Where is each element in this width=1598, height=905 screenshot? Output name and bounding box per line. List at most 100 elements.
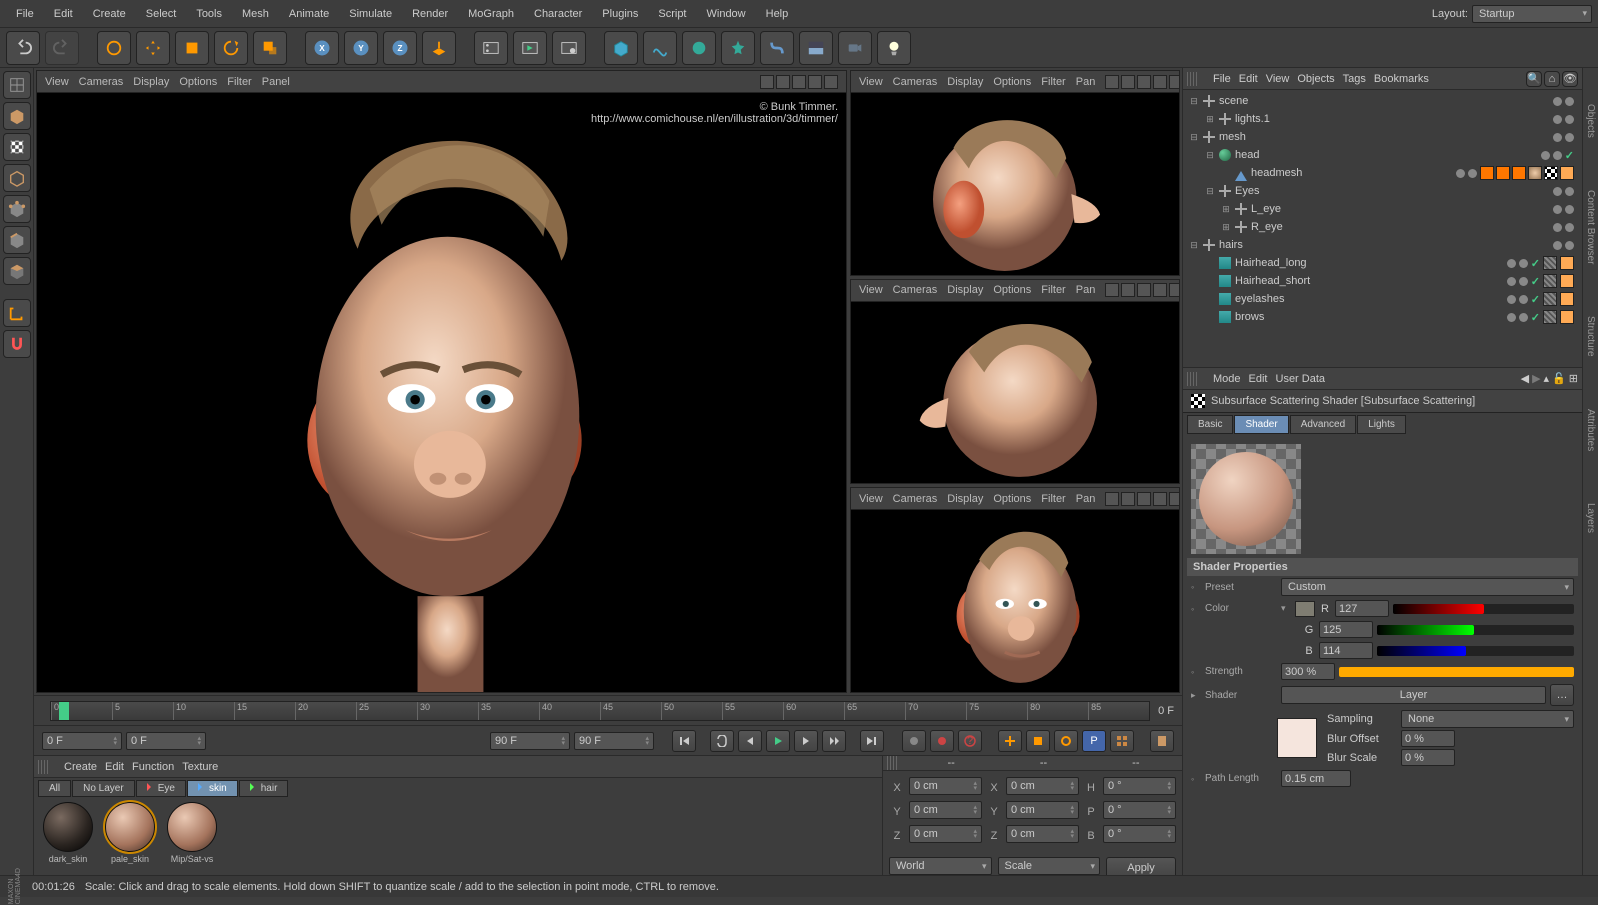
key-grid-button[interactable] (1110, 730, 1134, 752)
strength-field[interactable]: 300 % (1281, 663, 1335, 680)
forward-button[interactable] (822, 730, 846, 752)
tree-expand-icon[interactable]: ⊟ (1205, 150, 1215, 161)
path-length-field[interactable]: 0.15 cm (1281, 770, 1351, 787)
expand-icon[interactable]: ◦ (1191, 604, 1201, 614)
rotate-button[interactable] (214, 31, 248, 65)
redo-button[interactable] (45, 31, 79, 65)
tree-item-flags[interactable] (1553, 241, 1580, 250)
obj-menu-bookmarks[interactable]: Bookmarks (1370, 73, 1433, 85)
color-swatch[interactable] (1295, 601, 1315, 617)
tree-item-scene[interactable]: ⊟scene (1185, 92, 1580, 110)
tree-expand-icon[interactable]: ⊞ (1221, 222, 1231, 233)
tree-item-flags[interactable]: ✓ (1507, 274, 1580, 288)
menu-mesh[interactable]: Mesh (232, 4, 279, 24)
vp-icon[interactable] (1137, 75, 1151, 89)
camera-button[interactable] (838, 31, 872, 65)
polygon-mode-button[interactable] (3, 257, 31, 285)
viewport-main[interactable]: ViewCamerasDisplayOptionsFilterPanel (36, 70, 847, 693)
mat-menu-create[interactable]: Create (60, 761, 101, 773)
vp-icon[interactable] (824, 75, 838, 89)
vp-icon[interactable] (1153, 283, 1167, 297)
tree-expand-icon[interactable]: ⊟ (1205, 186, 1215, 197)
prev-frame-button[interactable] (738, 730, 762, 752)
expand-icon[interactable]: ◦ (1191, 667, 1201, 677)
coord-world-dropdown[interactable]: World (889, 857, 992, 875)
obj-menu-objects[interactable]: Objects (1293, 73, 1338, 85)
lock-icon[interactable]: 🔓 (1552, 372, 1566, 385)
layer-options-button[interactable]: … (1550, 684, 1574, 706)
light-button[interactable] (877, 31, 911, 65)
point-mode-button[interactable] (3, 195, 31, 223)
environment-button[interactable] (799, 31, 833, 65)
tree-item-flags[interactable] (1553, 133, 1580, 142)
menu-select[interactable]: Select (136, 4, 187, 24)
vp-icon[interactable] (1153, 75, 1167, 89)
texture-mode-button[interactable] (3, 133, 31, 161)
coord-field[interactable]: 0 cm▴▾ (1006, 777, 1079, 795)
sampling-dropdown[interactable]: None (1401, 710, 1574, 728)
tree-expand-icon[interactable]: ⊟ (1189, 132, 1199, 143)
viewport-bot-right[interactable]: ViewCamerasDisplayOptionsFilterPan (850, 487, 1180, 693)
vp-icon[interactable] (776, 75, 790, 89)
mat-menu-texture[interactable]: Texture (178, 761, 222, 773)
mat-tab-hair[interactable]: hair (239, 780, 289, 797)
tree-item-mesh[interactable]: ⊟mesh (1185, 128, 1580, 146)
record-button[interactable] (902, 730, 926, 752)
vp-menu-display[interactable]: Display (947, 284, 983, 296)
vp-menu-cameras[interactable]: Cameras (893, 493, 938, 505)
vp-icon[interactable] (792, 75, 806, 89)
axis-button[interactable] (3, 299, 31, 327)
nav-up-icon[interactable]: ▴ (1544, 372, 1550, 385)
scale-button[interactable] (175, 31, 209, 65)
vp-icon[interactable] (1105, 283, 1119, 297)
vp-menu-options[interactable]: Options (993, 493, 1031, 505)
mat-menu-edit[interactable]: Edit (101, 761, 128, 773)
layout-dropdown[interactable]: Startup (1472, 5, 1592, 23)
vp-menu-options[interactable]: Options (993, 284, 1031, 296)
key-param-button[interactable]: P (1082, 730, 1106, 752)
vp-icon[interactable] (1121, 75, 1135, 89)
mat-tab-all[interactable]: All (38, 780, 71, 797)
attr-opt-icon[interactable]: ⊞ (1569, 372, 1578, 385)
viewport-top-right[interactable]: ViewCamerasDisplayOptionsFilterPan (850, 70, 1180, 276)
side-tab-objects[interactable]: Objects (1584, 98, 1597, 144)
menu-simulate[interactable]: Simulate (339, 4, 402, 24)
vp-icon[interactable] (1169, 492, 1180, 506)
attr-menu-edit[interactable]: Edit (1245, 373, 1272, 385)
tree-item-flags[interactable] (1553, 115, 1580, 124)
menu-character[interactable]: Character (524, 4, 592, 24)
autokey-button[interactable] (930, 730, 954, 752)
tree-item-Eyes[interactable]: ⊟Eyes (1185, 182, 1580, 200)
tree-item-hairs[interactable]: ⊟hairs (1185, 236, 1580, 254)
tree-expand-icon[interactable]: ⊟ (1189, 240, 1199, 251)
timeline-marker[interactable] (59, 702, 69, 720)
preset-dropdown[interactable]: Custom (1281, 578, 1574, 596)
tree-item-flags[interactable] (1456, 166, 1580, 180)
side-tab-attributes[interactable]: Attributes (1584, 403, 1597, 457)
blur-scale-field[interactable]: 0 % (1401, 749, 1455, 766)
keyhelp-button[interactable]: ? (958, 730, 982, 752)
tree-item-flags[interactable] (1553, 97, 1580, 106)
vp-menu-filter[interactable]: Filter (1041, 284, 1065, 296)
vp-menu-cameras[interactable]: Cameras (893, 284, 938, 296)
mat-menu-function[interactable]: Function (128, 761, 178, 773)
obj-menu-view[interactable]: View (1262, 73, 1294, 85)
vp-menu-options[interactable]: Options (993, 76, 1031, 88)
next-frame-button[interactable] (794, 730, 818, 752)
vp-menu-display[interactable]: Display (133, 76, 169, 88)
menu-plugins[interactable]: Plugins (592, 4, 648, 24)
obj-search-icon[interactable]: 🔍 (1526, 71, 1542, 87)
coord-field[interactable]: 0 °▴▾ (1103, 777, 1176, 795)
vp-menu-filter[interactable]: Filter (227, 76, 251, 88)
frame-end2-field[interactable]: 90 F▴▾ (574, 732, 654, 750)
vp-icon[interactable] (1105, 492, 1119, 506)
side-tab-structure[interactable]: Structure (1584, 310, 1597, 363)
tree-item-flags[interactable]: ✓ (1541, 149, 1580, 162)
workplane-button[interactable] (3, 164, 31, 192)
tree-item-flags[interactable]: ✓ (1507, 256, 1580, 270)
menu-edit[interactable]: Edit (44, 4, 83, 24)
attr-menu-user-data[interactable]: User Data (1272, 373, 1330, 385)
z-axis-button[interactable]: Z (383, 31, 417, 65)
key-options-button[interactable] (1150, 730, 1174, 752)
coord-field[interactable]: 0 cm▴▾ (909, 801, 982, 819)
